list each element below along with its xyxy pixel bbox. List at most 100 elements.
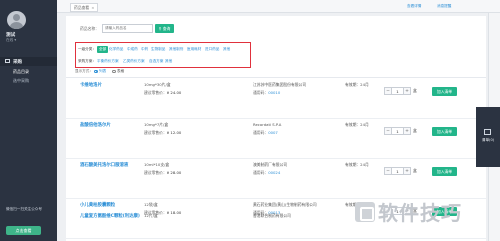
quantity-stepper: − 1 + <box>384 87 411 95</box>
category-chip[interactable]: 医用耗材 <box>187 46 201 53</box>
price-label: 建议零售价： <box>144 90 167 95</box>
plan-chip[interactable]: 平衡药价方案 <box>97 58 119 65</box>
view-mode-label: 显示方式： <box>75 69 93 73</box>
price-label: 建议零售价： <box>144 130 167 135</box>
messages-link[interactable]: 消息提醒 <box>437 4 451 9</box>
increment-button[interactable]: + <box>403 87 411 95</box>
product-name[interactable]: 盐酸倍他洛尔片 <box>80 122 111 128</box>
product-row: 酒石酸美托洛尔口服溶液 10ml*10支/盒 建议零售价：¥ 28.00 澳美制… <box>66 158 486 198</box>
product-unit: 盒 <box>413 168 417 173</box>
product-spec: 12片/盒 <box>144 213 158 218</box>
price-value: ¥ 28.00 <box>166 170 182 175</box>
increment-button[interactable]: + <box>403 167 411 175</box>
view-list-radio[interactable] <box>94 69 98 73</box>
category-chip[interactable]: 生物制品 <box>151 46 165 53</box>
decrement-button[interactable]: − <box>384 127 392 135</box>
list-icon <box>484 129 491 135</box>
code-label: 通用码： <box>253 170 269 175</box>
code-value: 00024 <box>268 170 281 175</box>
view-table-radio[interactable] <box>112 69 116 73</box>
category-chip[interactable]: 中成药 <box>127 46 138 53</box>
category-filter-label: 一级分类： <box>78 47 96 51</box>
user-status[interactable]: 在线 ▾ <box>6 38 16 43</box>
decrement-button[interactable]: − <box>384 167 392 175</box>
wechat-hint: 微信扫一扫关注公众号 <box>6 207 42 211</box>
watermark: 软件技巧 <box>355 197 462 226</box>
quantity-value[interactable]: 1 <box>392 167 403 175</box>
sidebar: 测试 在线 ▾ 采购 药品目录 选中采购 微信扫一扫关注公众号 点击查看 <box>0 0 57 241</box>
increment-button[interactable]: + <box>403 127 411 135</box>
plan-chip[interactable]: 乙类药价方案 <box>123 58 145 65</box>
sidebar-item-selected-purchase[interactable]: 选中采购 <box>13 78 29 84</box>
watermark-text: 软件技巧 <box>378 201 462 225</box>
watermark-logo-icon <box>355 201 375 222</box>
product-unit: 盒 <box>413 128 417 133</box>
product-validity: 有效期：24月 <box>345 162 369 167</box>
add-to-list-button[interactable]: 加入清单 <box>432 86 457 96</box>
product-validity: 有效期：24月 <box>345 82 369 87</box>
category-chip[interactable]: 其他制剂 <box>169 46 183 53</box>
quantity-stepper: − 1 + <box>384 127 411 135</box>
product-unit: 盒 <box>413 88 417 93</box>
code-value: 0007 <box>268 130 278 135</box>
search-button-label: 查询 <box>162 25 171 31</box>
product-code: 通用码：0007 <box>253 130 278 136</box>
category-chip[interactable]: 全部 <box>97 46 109 53</box>
nav-section-purchase[interactable]: 采购 <box>0 57 57 66</box>
product-manufacturer: 澳美制药厂有限公司 <box>253 162 288 167</box>
plan-filter-label: 采购方案： <box>78 59 96 63</box>
price-value: ¥ 12.00 <box>166 130 182 135</box>
quantity-value[interactable]: 1 <box>392 127 403 135</box>
code-label: 通用码： <box>253 90 269 95</box>
product-price: 建议零售价：¥ 28.00 <box>144 170 181 176</box>
product-validity: 有效期：24月 <box>345 122 369 127</box>
view-table-option[interactable]: 表格 <box>117 69 124 74</box>
category-chip[interactable]: 其他 <box>223 46 230 53</box>
list-panel-toggle[interactable]: 清单(0) <box>476 107 500 167</box>
category-filter-row: 一级分类： 全部 化学药品 中成药 中药 生物制品 其他制剂 医用耗材 进口药品… <box>76 44 250 54</box>
plan-filter-row: 采购方案： 平衡药价方案 乙类药价方案 自选方案 其他 <box>76 56 250 66</box>
details-link[interactable]: 查看详情 <box>407 4 421 9</box>
product-code: 通用码：00010 <box>253 90 280 96</box>
code-label: 通用码： <box>253 130 269 135</box>
code-value: 00010 <box>268 90 281 95</box>
plan-chip[interactable]: 自选方案 <box>149 58 163 65</box>
avatar[interactable] <box>7 11 26 29</box>
product-name[interactable]: 卡维地洛片 <box>80 82 102 88</box>
product-row: 盐酸倍他洛尔片 10mg*7片/盒 建议零售价：¥ 12.00 Recordat… <box>66 118 486 158</box>
search-input[interactable] <box>102 23 153 33</box>
list-panel-label: 清单(0) <box>481 138 495 142</box>
search-icon: ⚲ <box>158 25 162 31</box>
product-name[interactable]: 酒石酸美托洛尔口服溶液 <box>80 162 128 168</box>
add-to-list-button[interactable]: 加入清单 <box>432 166 457 176</box>
view-list-option[interactable]: 列表 <box>99 69 106 74</box>
product-price: 建议零售价：¥ 24.00 <box>144 90 181 96</box>
cart-icon <box>5 59 10 63</box>
tab-drug-view[interactable]: 药品查看 × <box>70 3 99 12</box>
top-bar: 药品查看 × 查看详情 消息提醒 <box>57 0 500 13</box>
product-row: 卡维地洛片 10mg*30片/盒 建议零售价：¥ 24.00 江苏苏中医药集团股… <box>66 78 486 118</box>
plan-chip[interactable]: 其他 <box>165 58 172 65</box>
search-button[interactable]: ⚲ 查询 <box>155 23 174 33</box>
product-price: 建议零售价：¥ 12.00 <box>144 130 181 136</box>
category-chip[interactable]: 化学药品 <box>109 46 123 53</box>
wechat-view-button[interactable]: 点击查看 <box>6 226 41 235</box>
sidebar-item-catalog[interactable]: 药品目录 <box>13 69 29 75</box>
decrement-button[interactable]: − <box>384 87 392 95</box>
product-manufacturer: Recordati S.P.A <box>253 122 282 127</box>
category-chip[interactable]: 进口药品 <box>205 46 219 53</box>
price-label: 建议零售价： <box>144 170 167 175</box>
filter-panel: 一级分类： 全部 化学药品 中成药 中药 生物制品 其他制剂 医用耗材 进口药品… <box>75 42 251 68</box>
nav-section-label: 采购 <box>13 59 22 65</box>
close-icon[interactable]: × <box>91 5 94 10</box>
quantity-stepper: − 1 + <box>384 167 411 175</box>
add-to-list-button[interactable]: 加入清单 <box>432 126 457 136</box>
product-manufacturer: 香港联合制药有限公司 <box>253 213 291 218</box>
quantity-value[interactable]: 1 <box>392 87 403 95</box>
product-spec: 10mg*30片/盒 <box>144 82 171 87</box>
category-chip[interactable]: 中药 <box>141 46 148 53</box>
tab-label: 药品查看 <box>74 5 90 10</box>
search-label: 药品名称： <box>80 26 99 31</box>
product-spec: 10mg*7片/盒 <box>144 122 169 127</box>
product-name[interactable]: 儿童复方氨酚维C颗粒(利达康) <box>80 213 140 219</box>
